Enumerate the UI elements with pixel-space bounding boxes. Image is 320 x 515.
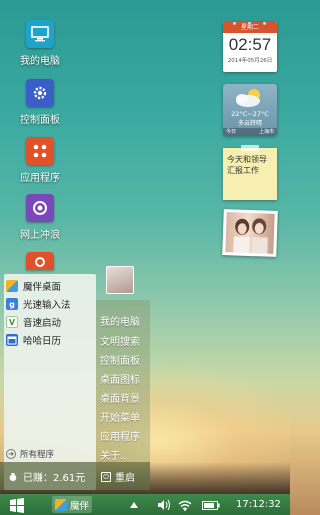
start-item-moban-desktop[interactable]: 魔伴桌面 [6,278,61,294]
mobanlauncher-icon [55,498,67,511]
sticky-note-widget[interactable]: 今天和领导汇报工作 [223,145,277,200]
right-item-desktop-background[interactable]: 桌面背景 [100,390,140,405]
taskbar-clock[interactable]: 17:12:32 [236,497,281,513]
battery-icon[interactable] [200,497,222,513]
windows-start-icon[interactable] [9,497,25,513]
computer-icon [26,20,54,48]
app-icon [26,252,54,270]
start-item-label: 光速输入法 [23,300,71,311]
all-programs-label: 所有程序 [20,450,55,460]
right-item-about[interactable]: 关于.. [100,447,126,462]
binder-rings-icon [232,22,267,25]
desktop-icon-applications[interactable]: 应用程序 [12,137,68,184]
user-avatar[interactable] [106,266,134,294]
weather-footer: 今日 上海市 [223,128,277,136]
photo-widget[interactable] [222,209,278,257]
taskbar-app-label: 魔伴 [70,500,90,512]
desktop-icon-label: 我的电脑 [20,56,60,67]
clock-time: 02:57 [228,35,272,54]
weather-condition: 多云转晴 [237,120,262,127]
power-icon: ⏻ [101,471,111,482]
start-item-quick-launch[interactable]: V 音速启动 [6,314,61,330]
weather-widget[interactable]: 22°C~27°C 多云转晴 今日 上海市 [223,84,277,136]
desktop-icon-my-computer[interactable]: 我的电脑 [12,20,68,67]
earned-label: 已赚：2.61元 [23,473,86,484]
keyboard-icon: g [6,298,18,310]
money-bag-icon [9,472,17,481]
right-item-start-menu[interactable]: 开始菜单 [100,409,140,424]
tape-decoration [241,145,259,151]
volume-icon[interactable] [156,497,172,513]
start-item-label: 音速启动 [23,318,62,329]
wifi-icon[interactable] [176,497,194,513]
right-item-desktop-icons[interactable]: 桌面图标 [100,371,140,386]
desktop-icon-label: 网上冲浪 [20,230,60,241]
clock-widget[interactable]: 星期二 02:57 2014年05月26日 [223,22,277,72]
desktop-icon-control-panel[interactable]: 控制面板 [12,79,68,126]
right-item-my-computer[interactable]: 我的电脑 [100,313,140,328]
desktop-icon-browser[interactable]: 网上冲浪 [12,194,68,241]
weather-temp: 22°C~27°C [231,110,269,118]
start-item-label: 魔伴桌面 [23,282,62,293]
desktop-icon-label: 应用程序 [20,173,60,184]
tray-expand-icon[interactable] [128,497,140,513]
start-item-label: 哈哈日历 [23,336,62,347]
desktop-icon-partial[interactable] [12,252,68,274]
apps-icon [26,137,54,165]
restart-button[interactable]: ⏻ 重启 [101,469,135,484]
photo-image [225,212,275,254]
taskbar-app-moban[interactable]: 魔伴 [52,496,92,513]
start-item-calendar[interactable]: 哈哈日历 [6,332,61,348]
right-item-control-panel[interactable]: 控制面板 [100,352,140,367]
mobanlauncher-icon [6,280,18,292]
desktop-icon-label: 控制面板 [20,115,60,126]
weather-day: 今日 [226,129,237,135]
launch-icon: V [6,316,18,328]
start-item-input-method[interactable]: g 光速输入法 [6,296,71,312]
browser-icon [26,194,54,222]
clock-date: 2014年05月26日 [227,58,273,64]
restart-label: 重启 [115,473,135,484]
all-programs-button[interactable]: ➔ 所有程序 [6,448,54,460]
calendar-icon [6,334,18,346]
weather-city: 上海市 [258,129,274,135]
note-text: 今天和领导汇报工作 [227,155,267,175]
cloudy-sun-icon [236,89,260,107]
earned-balance[interactable]: 已赚：2.61元 [8,469,85,484]
arrow-right-icon: ➔ [6,449,16,459]
right-item-search[interactable]: 文明搜索 [100,333,140,348]
right-item-applications[interactable]: 应用程序 [100,428,140,443]
gear-icon [26,79,54,107]
